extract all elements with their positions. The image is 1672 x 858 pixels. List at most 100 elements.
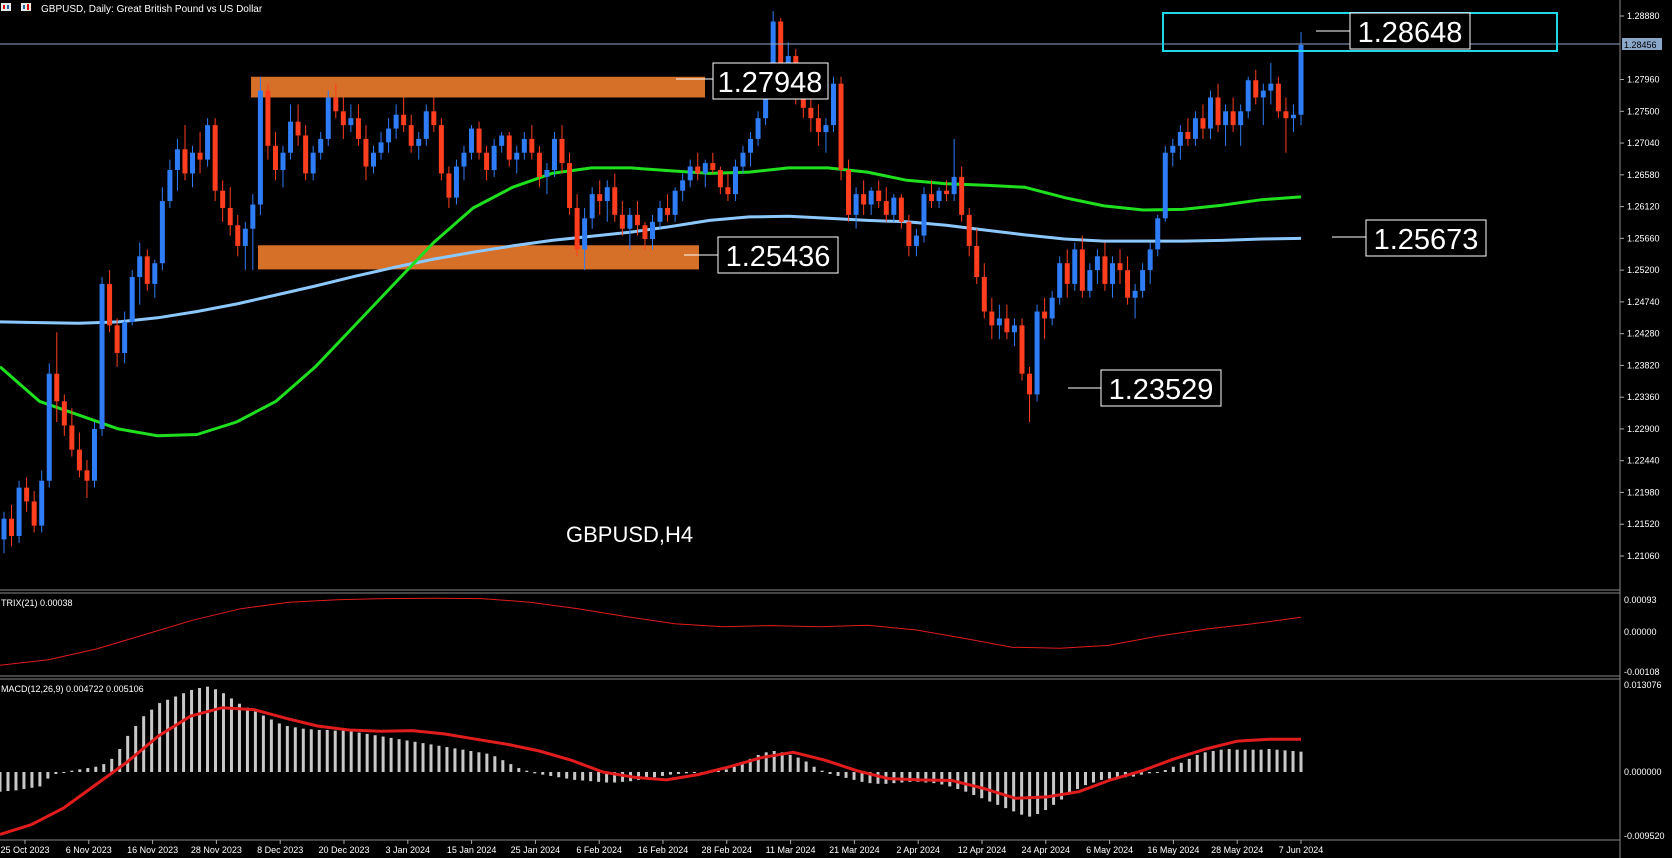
macd-histogram-bar	[198, 687, 202, 772]
candle-body	[868, 190, 874, 205]
candle-body	[951, 176, 957, 195]
support-label: 1.25436	[726, 241, 831, 273]
macd-histogram-bar	[14, 772, 18, 791]
macd-histogram-bar	[134, 726, 138, 772]
macd-tick-bottom: -0.009520	[1624, 831, 1665, 841]
trix-label: TRIX(21) 0.00038	[1, 598, 73, 608]
candle-body	[333, 97, 339, 112]
macd-histogram-bar	[573, 772, 577, 780]
macd-histogram-bar	[1171, 766, 1175, 772]
candle-body	[725, 187, 731, 195]
candle-body	[642, 225, 648, 240]
candle-body	[235, 225, 241, 246]
candle-body	[1283, 111, 1289, 119]
candle-body	[891, 197, 897, 215]
macd-histogram-bar	[676, 772, 680, 774]
macd-histogram-bar	[126, 735, 130, 772]
macd-histogram-bar	[812, 766, 816, 772]
macd-histogram-bar	[1211, 750, 1215, 772]
candle-body	[31, 501, 37, 526]
macd-histogram-bar	[1052, 772, 1056, 805]
low-label: 1.23529	[1109, 374, 1214, 406]
candle-body	[680, 180, 686, 191]
macd-histogram-bar	[1083, 772, 1087, 786]
price-tick-label: 1.24740	[1627, 297, 1660, 307]
macd-histogram-bar	[557, 772, 561, 778]
macd-histogram-bar	[1219, 749, 1223, 772]
macd-histogram-bar	[844, 772, 848, 778]
candle-body	[650, 221, 655, 240]
candle-body	[1117, 263, 1123, 271]
price-tick-label: 1.27960	[1627, 75, 1660, 85]
candle-body	[1109, 263, 1115, 284]
time-tick-label: 2 Apr 2024	[896, 845, 940, 855]
macd-histogram-bar	[988, 772, 992, 802]
price-tick-label: 1.21520	[1627, 519, 1660, 529]
candle-body	[363, 138, 369, 167]
candle-body	[1019, 325, 1025, 374]
candle-body	[1027, 373, 1033, 395]
candle-body	[340, 111, 346, 126]
macd-histogram-bar	[1235, 749, 1239, 772]
macd-histogram-bar	[876, 772, 880, 784]
candle-body	[265, 90, 271, 146]
candle-body	[408, 125, 414, 146]
macd-histogram-bar	[565, 772, 569, 779]
candle-body	[687, 166, 693, 181]
macd-histogram-bar	[22, 772, 26, 790]
macd-histogram-bar	[166, 699, 170, 772]
macd-histogram-bar	[365, 733, 369, 772]
candle-body	[386, 128, 392, 143]
candle-body	[1102, 256, 1108, 284]
macd-histogram-bar	[413, 741, 417, 772]
macd-histogram-bar	[1099, 772, 1103, 780]
candle-body	[1177, 132, 1183, 146]
resistance-zone[interactable]	[251, 76, 705, 98]
candle-body	[1162, 152, 1168, 219]
candle-body	[710, 163, 716, 170]
resistance-label: 1.27948	[718, 67, 823, 99]
macd-histogram-bar	[1187, 758, 1191, 772]
macd-histogram-bar	[285, 726, 289, 772]
candle-body	[1298, 45, 1304, 115]
candle-body	[883, 201, 889, 215]
candle-body	[220, 190, 226, 208]
candle-body	[1192, 118, 1198, 139]
macd-histogram-bar	[525, 770, 529, 772]
candle-body	[1087, 270, 1093, 291]
macd-histogram-bar	[62, 772, 66, 773]
macd-histogram-bar	[429, 744, 433, 772]
candle-body	[499, 135, 505, 146]
macd-histogram-bar	[972, 772, 976, 795]
price-tick-label: 1.25660	[1627, 233, 1660, 243]
chart-type-icon	[21, 3, 31, 11]
macd-histogram-bar	[190, 689, 194, 772]
chart-window: GBPUSD, Daily: Great British Pound vs US…	[0, 0, 1672, 858]
macd-histogram-bar	[381, 736, 385, 772]
candle-body	[318, 138, 324, 153]
window-icon	[1, 3, 11, 11]
macd-histogram-bar	[996, 772, 1000, 805]
support-zone[interactable]	[258, 245, 699, 270]
time-tick-label: 8 Dec 2023	[257, 845, 303, 855]
candle-body	[604, 187, 610, 202]
candle-body	[431, 111, 437, 126]
macd-tick-zero: 0.000000	[1624, 767, 1662, 777]
macd-histogram-bar	[1012, 772, 1016, 812]
candle-body	[529, 138, 535, 153]
candle-body	[619, 214, 625, 229]
candle-body	[280, 152, 286, 170]
price-tick-label: 1.26580	[1627, 170, 1660, 180]
macd-histogram-bar	[293, 727, 297, 772]
candle-body	[1275, 83, 1281, 112]
time-tick-label: 6 Nov 2023	[66, 845, 112, 855]
macd-histogram-bar	[261, 715, 265, 772]
candle-body	[830, 83, 836, 126]
price-tick-label: 1.23360	[1627, 392, 1660, 402]
candle-body	[921, 194, 927, 236]
macd-histogram-bar	[1036, 772, 1040, 815]
candle-body	[959, 176, 965, 215]
candle-body	[597, 194, 603, 202]
price-tick-label: 1.22440	[1627, 456, 1660, 466]
candle-body	[853, 194, 859, 215]
